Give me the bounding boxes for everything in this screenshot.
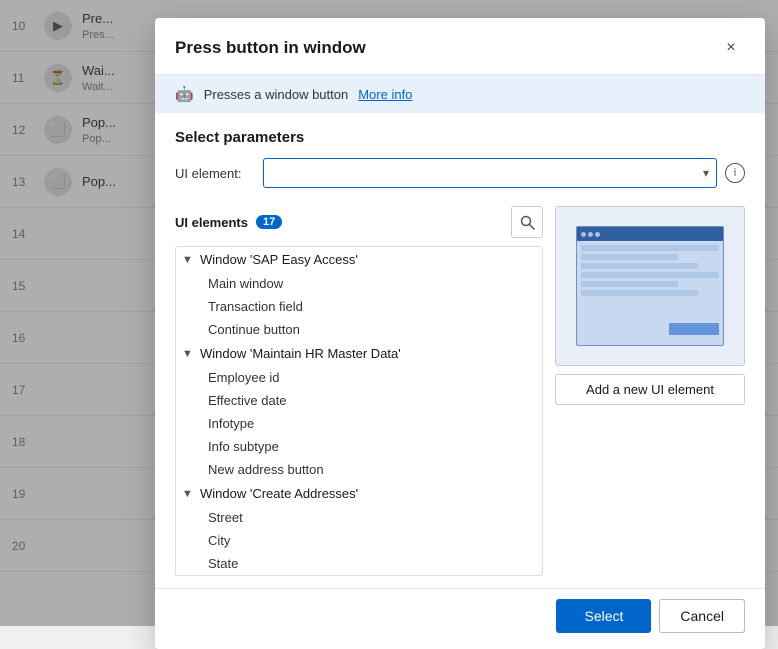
tree-child-street[interactable]: Street xyxy=(176,506,542,529)
tree-child-main-window[interactable]: Main window xyxy=(176,272,542,295)
modal-section: Select parameters UI element: ▾ i xyxy=(155,113,765,206)
tree-child-info-subtype[interactable]: Info subtype xyxy=(176,435,542,458)
preview-row xyxy=(581,263,698,269)
modal-title: Press button in window xyxy=(175,38,366,58)
left-panel: UI elements 17 ▼ Window 'SAP Easy Access… xyxy=(175,206,543,576)
preview-row xyxy=(581,281,678,287)
tree-group-maintain-hr: ▼ Window 'Maintain HR Master Data' Emplo… xyxy=(176,341,542,481)
tree-child-employee-id[interactable]: Employee id xyxy=(176,366,542,389)
preview-dot xyxy=(595,232,600,237)
ui-elements-header: UI elements 17 xyxy=(175,206,543,238)
select-button[interactable]: Select xyxy=(556,599,651,633)
robot-icon: 🤖 xyxy=(175,85,194,103)
ui-elements-label: UI elements xyxy=(175,215,248,230)
preview-dot xyxy=(581,232,586,237)
tree-child-transaction-field[interactable]: Transaction field xyxy=(176,295,542,318)
info-banner: 🤖 Presses a window button More info xyxy=(155,75,765,113)
tree-child-infotype[interactable]: Infotype xyxy=(176,412,542,435)
more-info-link[interactable]: More info xyxy=(358,87,412,102)
ui-elements-tree[interactable]: ▼ Window 'SAP Easy Access' Main window T… xyxy=(175,246,543,576)
info-text: Presses a window button xyxy=(204,87,349,102)
tree-parent-create-addresses[interactable]: ▼ Window 'Create Addresses' xyxy=(176,481,542,506)
preview-content xyxy=(577,241,723,303)
modal-header: Press button in window × xyxy=(155,18,765,75)
section-title: Select parameters xyxy=(175,129,745,146)
preview-dot xyxy=(588,232,593,237)
modal-footer: Select Cancel xyxy=(155,588,765,649)
tree-child-effective-date[interactable]: Effective date xyxy=(176,389,542,412)
preview-row xyxy=(581,254,678,260)
ui-element-field-row: UI element: ▾ i xyxy=(175,158,745,188)
preview-titlebar xyxy=(577,227,723,241)
tree-parent-maintain-hr[interactable]: ▼ Window 'Maintain HR Master Data' xyxy=(176,341,542,366)
tree-child-state[interactable]: State xyxy=(176,552,542,575)
ui-element-preview xyxy=(555,206,745,366)
collapse-arrow-icon: ▼ xyxy=(182,348,196,360)
collapse-arrow-icon: ▼ xyxy=(182,254,196,266)
modal-close-button[interactable]: × xyxy=(717,34,745,62)
tree-child-continue-button[interactable]: Continue button xyxy=(176,318,542,341)
tree-group-create-addresses: ▼ Window 'Create Addresses' Street City … xyxy=(176,481,542,575)
modal-body: UI elements 17 ▼ Window 'SAP Easy Access… xyxy=(155,206,765,588)
tree-group-sap-easy-access: ▼ Window 'SAP Easy Access' Main window T… xyxy=(176,247,542,341)
preview-highlight xyxy=(669,323,719,335)
ui-element-select[interactable] xyxy=(263,158,717,188)
preview-row xyxy=(581,272,719,278)
search-button[interactable] xyxy=(511,206,543,238)
add-ui-element-button[interactable]: Add a new UI element xyxy=(555,374,745,405)
tree-child-new-address-button[interactable]: New address button xyxy=(176,458,542,481)
search-icon xyxy=(520,215,535,230)
preview-row xyxy=(581,245,719,251)
ui-element-select-wrap: ▾ xyxy=(263,158,717,188)
cancel-button[interactable]: Cancel xyxy=(659,599,745,633)
right-panel: Add a new UI element xyxy=(555,206,745,576)
ui-element-label: UI element: xyxy=(175,166,255,181)
collapse-arrow-icon: ▼ xyxy=(182,488,196,500)
tree-parent-sap-easy-access[interactable]: ▼ Window 'SAP Easy Access' xyxy=(176,247,542,272)
preview-row xyxy=(581,290,698,296)
info-icon[interactable]: i xyxy=(725,163,745,183)
tree-child-city[interactable]: City xyxy=(176,529,542,552)
preview-window xyxy=(576,226,724,346)
ui-elements-count-badge: 17 xyxy=(256,215,282,229)
modal-dialog: Press button in window × 🤖 Presses a win… xyxy=(155,18,765,649)
